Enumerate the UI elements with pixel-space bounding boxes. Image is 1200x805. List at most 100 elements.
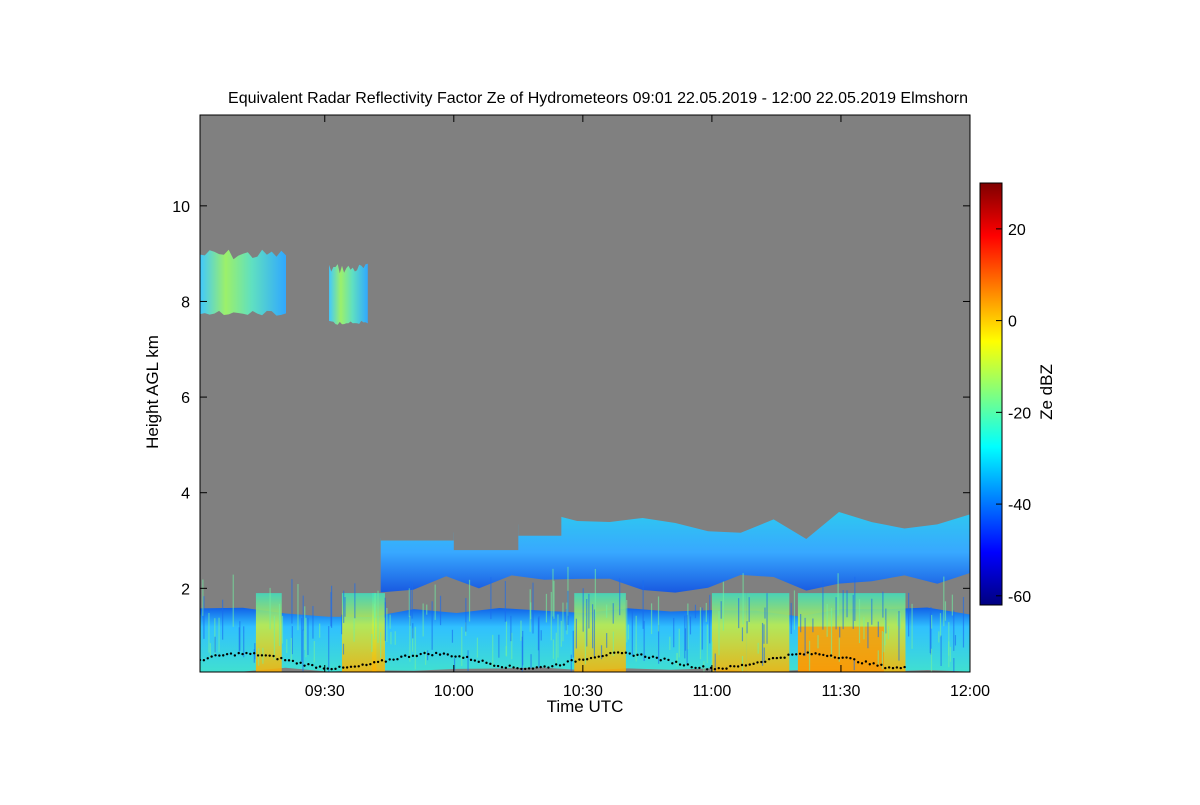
cloud-base-point — [496, 664, 500, 668]
cloud-base-point — [260, 654, 264, 657]
cloud-base-point — [853, 658, 856, 661]
cloud-base-point — [431, 653, 434, 657]
cloud-base-point — [361, 663, 364, 666]
cloud-base-point — [651, 655, 655, 658]
cloud-base-point — [508, 664, 511, 667]
cloud-base-point — [407, 655, 411, 659]
cloud-base-point — [353, 665, 357, 668]
cloud-base-point — [663, 657, 666, 660]
cloud-base-point — [760, 660, 763, 664]
cloud-base-point — [516, 667, 519, 670]
colorbar-tick-label: -20 — [1008, 405, 1031, 422]
cloud-base-point — [775, 656, 779, 660]
cloud-base-point — [767, 657, 771, 661]
cloud-base-point — [458, 655, 461, 658]
cloud-base-point — [338, 665, 341, 668]
cloud-base-point — [787, 653, 790, 656]
cloud-base-point — [326, 667, 329, 670]
cloud-base-point — [485, 661, 488, 665]
cloud-base-point — [884, 666, 887, 670]
cloud-base-point — [524, 667, 527, 671]
cloud-base-point — [736, 665, 740, 668]
clear-gap — [453, 511, 519, 551]
cloud-base-point — [342, 666, 345, 669]
cloud-base-point — [373, 661, 376, 664]
y-tick-label: 4 — [181, 486, 190, 503]
cloud-base-point — [640, 653, 643, 656]
cloud-base-point — [690, 666, 693, 669]
cloud-base-point — [477, 660, 480, 664]
cloud-base-point — [845, 656, 848, 659]
cloud-base-point — [473, 659, 477, 662]
cloud-base-point — [806, 651, 810, 654]
cloud-base-point — [795, 653, 798, 656]
cloud-base-point — [535, 666, 539, 669]
cloud-base-point — [837, 656, 840, 660]
cloud-base-point — [702, 665, 705, 668]
cloud-base-point — [721, 667, 724, 670]
cloud-base-point — [589, 656, 593, 660]
cloud-base-point — [253, 652, 256, 655]
cloud-feature — [329, 263, 368, 326]
cloud-base-point — [396, 658, 399, 661]
cloud-base-point — [566, 660, 569, 663]
colorbar-tick-label: 20 — [1008, 222, 1026, 239]
precip-column — [711, 593, 747, 672]
cloud-base-point — [891, 666, 895, 670]
cloud-base-point — [345, 666, 349, 669]
cloud-base-point — [415, 654, 419, 658]
cloud-base-point — [376, 660, 380, 664]
cloud-base-point — [705, 668, 709, 671]
cloud-base-point — [686, 663, 690, 666]
y-tick-label: 6 — [181, 390, 190, 407]
cloud-base-point — [287, 659, 291, 662]
cloud-base-point — [887, 666, 891, 669]
cloud-base-point — [303, 664, 306, 667]
cloud-base-point — [450, 655, 453, 658]
cloud-base-point — [798, 652, 802, 655]
cloud-base-point — [717, 666, 720, 670]
cloud-base-point — [249, 652, 252, 656]
precip-column — [341, 593, 377, 672]
cloud-base-point — [597, 655, 600, 658]
cloud-base-point — [616, 651, 620, 654]
clear-gap — [380, 511, 454, 541]
x-axis-label: Time UTC — [547, 697, 624, 716]
cloud-base-point — [419, 652, 422, 656]
cloud-base-point — [380, 659, 384, 662]
cloud-base-point — [314, 666, 318, 669]
cloud-base-point — [454, 655, 457, 658]
cloud-base-point — [392, 658, 395, 661]
cloud-base-point — [233, 654, 237, 657]
cloud-base-point — [868, 663, 871, 666]
cloud-base-point — [814, 652, 817, 655]
cloud-base-point — [543, 665, 546, 668]
cloud-base-point — [400, 655, 403, 658]
cloud-base-point — [237, 651, 240, 655]
cloud-base-point — [318, 665, 322, 668]
cloud-base-point — [357, 665, 360, 668]
cloud-base-point — [825, 654, 829, 658]
cloud-base-point — [210, 655, 213, 658]
cloud-base-point — [462, 656, 465, 660]
y-tick-label: 2 — [181, 581, 190, 598]
cloud-base-point — [601, 654, 604, 658]
cloud-base-point — [295, 662, 298, 665]
colorbar: 20 0 -20 -40 -60 — [979, 182, 1031, 606]
cloud-base-point — [283, 659, 287, 662]
cloud-base-point — [558, 664, 562, 667]
cloud-base-point — [489, 662, 492, 666]
cloud-base-point — [613, 651, 616, 654]
y-tick-label: 10 — [172, 199, 190, 216]
cloud-base-point — [469, 658, 473, 662]
cloud-base-point — [512, 666, 515, 669]
colorbar-tick-label: -40 — [1008, 497, 1031, 514]
cloud-base-point — [748, 663, 751, 666]
cloud-base-point — [713, 667, 717, 671]
cloud-base-point — [442, 652, 446, 655]
cloud-base-point — [771, 656, 775, 660]
cloud-base-point — [365, 663, 368, 667]
cloud-base-point — [539, 665, 542, 669]
cloud-base-point — [481, 659, 484, 662]
cloud-feature — [200, 249, 286, 316]
